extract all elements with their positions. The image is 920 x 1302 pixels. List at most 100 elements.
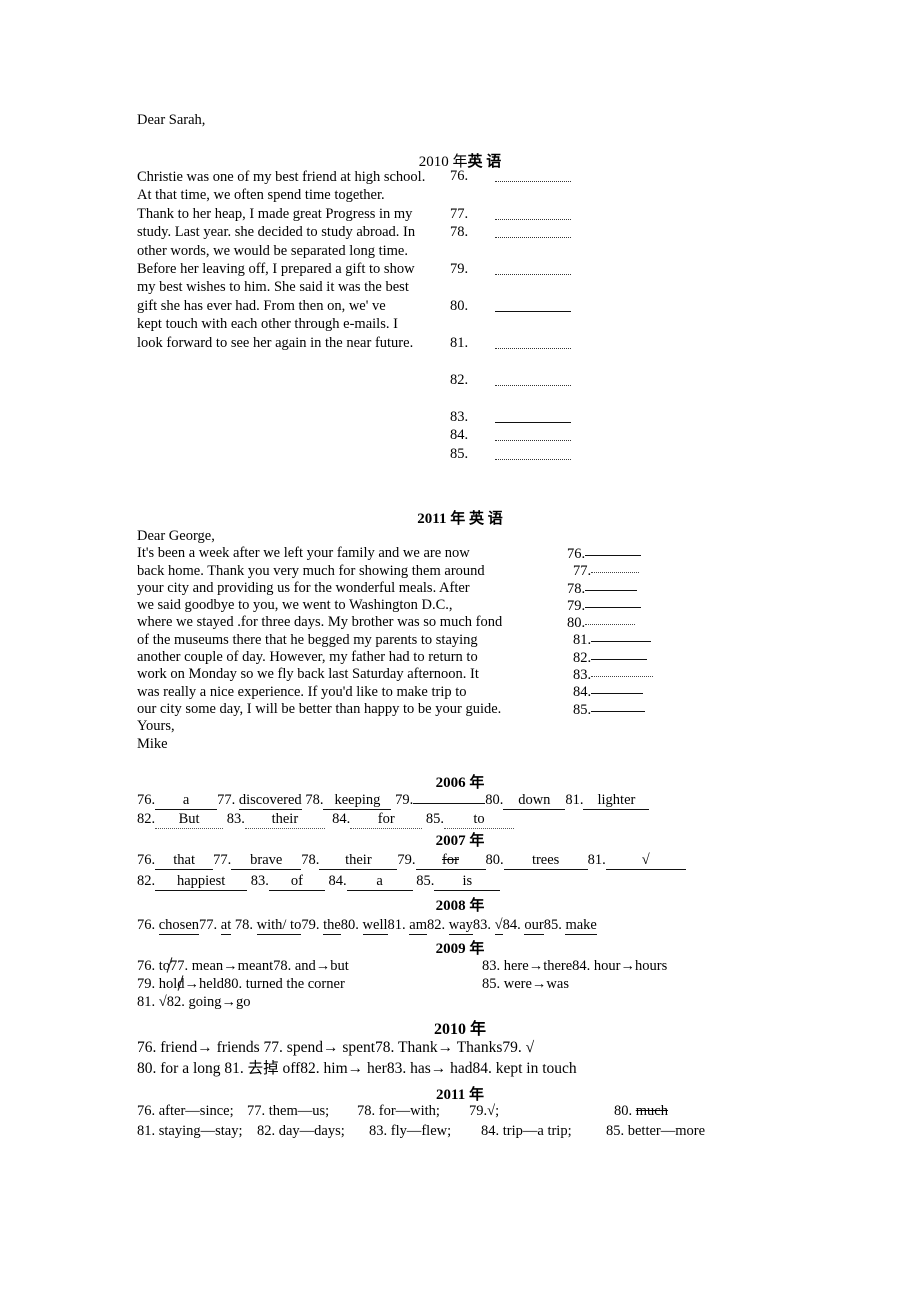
answer-blank-row[interactable]: 78.	[450, 224, 600, 240]
ak-number: 80.	[340, 917, 359, 933]
ak-cell: 84. trip—a trip;	[481, 1123, 572, 1139]
answer-blank-row[interactable]: 83.	[450, 409, 600, 425]
ak-answer: of	[268, 872, 325, 891]
ak-answer: am	[409, 917, 427, 935]
cloze-line: Christie was one of my best friend at hi…	[137, 169, 426, 185]
blank-number: 84.	[573, 684, 592, 701]
blank-rule[interactable]	[495, 219, 571, 220]
ak-cell: 85. better—more	[606, 1123, 706, 1139]
answer-key-row-2010-1: 76. friend→ friends 77. spend→ spent78. …	[137, 1039, 534, 1057]
answer-blank-row[interactable]: 82.	[450, 372, 600, 388]
answer-key-row-2007-1: 76. that 77. brave 78. their 79. for 80. trees 81.…	[137, 851, 686, 870]
ak-answer: down	[503, 791, 566, 810]
ak-number: 79.	[395, 792, 414, 808]
blank-rule[interactable]	[495, 385, 571, 386]
ak-number: 83.	[250, 873, 269, 889]
answer-key-row-2009-right-2: 85. were→was	[482, 975, 569, 993]
blank-rule[interactable]	[495, 237, 571, 238]
section-title-2011: 2011 年 英 语	[417, 511, 503, 527]
answer-blank-row[interactable]: 85.	[450, 446, 600, 462]
ak-answer: discovered	[238, 792, 302, 810]
ak-answer: their	[319, 851, 398, 870]
blank-number: 76.	[450, 168, 469, 184]
ak-answer: is	[434, 872, 501, 891]
answer-key-title-2009: 2009 年	[435, 941, 485, 957]
answer-blank-row[interactable]: 79.	[450, 261, 600, 277]
answer-blank-row[interactable]: 84.	[450, 427, 600, 443]
ak-number: 76.	[137, 792, 156, 808]
answer-blank-row[interactable]: 83.	[567, 667, 707, 684]
answer-blank-row[interactable]: 80.	[567, 615, 707, 632]
blank-number: 82.	[450, 372, 469, 388]
ak-text: 76. friend→ friends 77. spend→ spent78. …	[137, 1039, 535, 1056]
ak-number: 76.	[137, 917, 156, 933]
answer-blank-row[interactable]: 81.	[567, 632, 707, 649]
ak-cell-prefix: 80.	[614, 1103, 636, 1119]
answer-blank-row[interactable]: 85.	[567, 702, 707, 719]
ak-number: 81.	[387, 917, 406, 933]
ak-answer: chosen	[158, 917, 200, 935]
blank-rule[interactable]	[495, 348, 571, 349]
ak-answer: way	[448, 917, 473, 935]
answer-blank-row[interactable]: 80.	[450, 298, 600, 314]
ak-text: 81. √82. going→go	[137, 994, 251, 1010]
answer-blank-row[interactable]: 77.	[450, 206, 600, 222]
blank-rule[interactable]	[495, 274, 571, 275]
ak-answer: to	[444, 810, 514, 829]
answer-blank-row[interactable]: 79.	[567, 598, 707, 615]
cloze-line: your city and providing us for the wonde…	[137, 579, 470, 596]
blank-rule[interactable]	[585, 624, 636, 626]
blank-rule[interactable]	[585, 555, 642, 556]
answer-key-row-2009-left-2: 79. hold→held80. turned the corner	[137, 975, 345, 993]
answer-blank-row[interactable]: 77.	[567, 563, 707, 580]
blank-rule[interactable]	[495, 422, 571, 423]
blank-number: 81.	[573, 632, 592, 649]
cloze-line: another couple of day. However, my fathe…	[137, 649, 478, 666]
answer-blank-row[interactable]: 84.	[567, 684, 707, 701]
ak-text: 85. were→was	[482, 976, 569, 992]
ak-number: 76.	[137, 852, 156, 868]
ak-answer: √	[494, 917, 503, 935]
cloze-line: was really a nice experience. If you'd l…	[137, 683, 467, 700]
answer-key-row-2009-left-3: 81. √82. going→go	[137, 993, 251, 1011]
blank-number: 80.	[567, 615, 586, 632]
answer-key-row-2011-2: 81. staying—stay; 82. day—days; 83. fly—fl…	[137, 1122, 705, 1140]
blank-rule[interactable]	[591, 676, 654, 678]
blank-rule[interactable]	[495, 181, 571, 182]
ak-cell: 76. after—since;	[137, 1103, 234, 1119]
cloze-line: At that time, we often spend time togeth…	[137, 187, 385, 204]
answer-key-row-2006-1: 76. a 77. discovered 78. keeping 79. 80. down…	[137, 791, 650, 810]
answer-blank-row[interactable]: 82.	[567, 650, 707, 667]
ak-cell: 82. day—days;	[257, 1123, 345, 1139]
blank-rule[interactable]	[495, 440, 571, 441]
blank-rule[interactable]	[591, 572, 640, 574]
blank-rule[interactable]	[591, 693, 644, 695]
answer-blank-row[interactable]: 78.	[567, 581, 707, 598]
blank-rule[interactable]	[495, 459, 571, 460]
blank-rule[interactable]	[591, 658, 648, 660]
ak-number: 80.	[485, 852, 504, 868]
blank-number: 82.	[573, 649, 592, 666]
ak-answer: lighter	[583, 791, 650, 810]
blank-rule[interactable]	[591, 641, 652, 643]
cloze-text-2011: Dear George, It's been a week after we l…	[137, 528, 557, 753]
worksheet-page: Dear Sarah, 2010 年英 语 Christie was one o…	[0, 0, 920, 1302]
ak-number: 84.	[332, 811, 351, 827]
blank-rule[interactable]	[495, 311, 571, 312]
answer-key-title-2008: 2008 年	[435, 898, 485, 914]
blank-rule[interactable]	[585, 606, 642, 608]
answer-blank-row[interactable]: 76.	[567, 546, 707, 563]
blank-rule[interactable]	[591, 710, 646, 712]
cloze-line: look forward to see her again in the nea…	[137, 334, 414, 351]
cloze-line: kept touch with each other through e-mai…	[137, 316, 398, 333]
answer-blank-row[interactable]: 81.	[450, 335, 600, 351]
blank-number: 76.	[567, 546, 586, 562]
answer-blank-row[interactable]: 76.	[450, 168, 600, 184]
blank-rule[interactable]	[585, 589, 638, 591]
blank-number: 77.	[573, 563, 592, 580]
ak-answer: keeping	[323, 791, 392, 810]
ak-cell: 79.√;	[469, 1103, 500, 1119]
ak-answer: their	[244, 810, 325, 829]
answer-key-title-2010: 2010 年	[433, 1021, 486, 1038]
ak-answer: √	[605, 851, 686, 870]
